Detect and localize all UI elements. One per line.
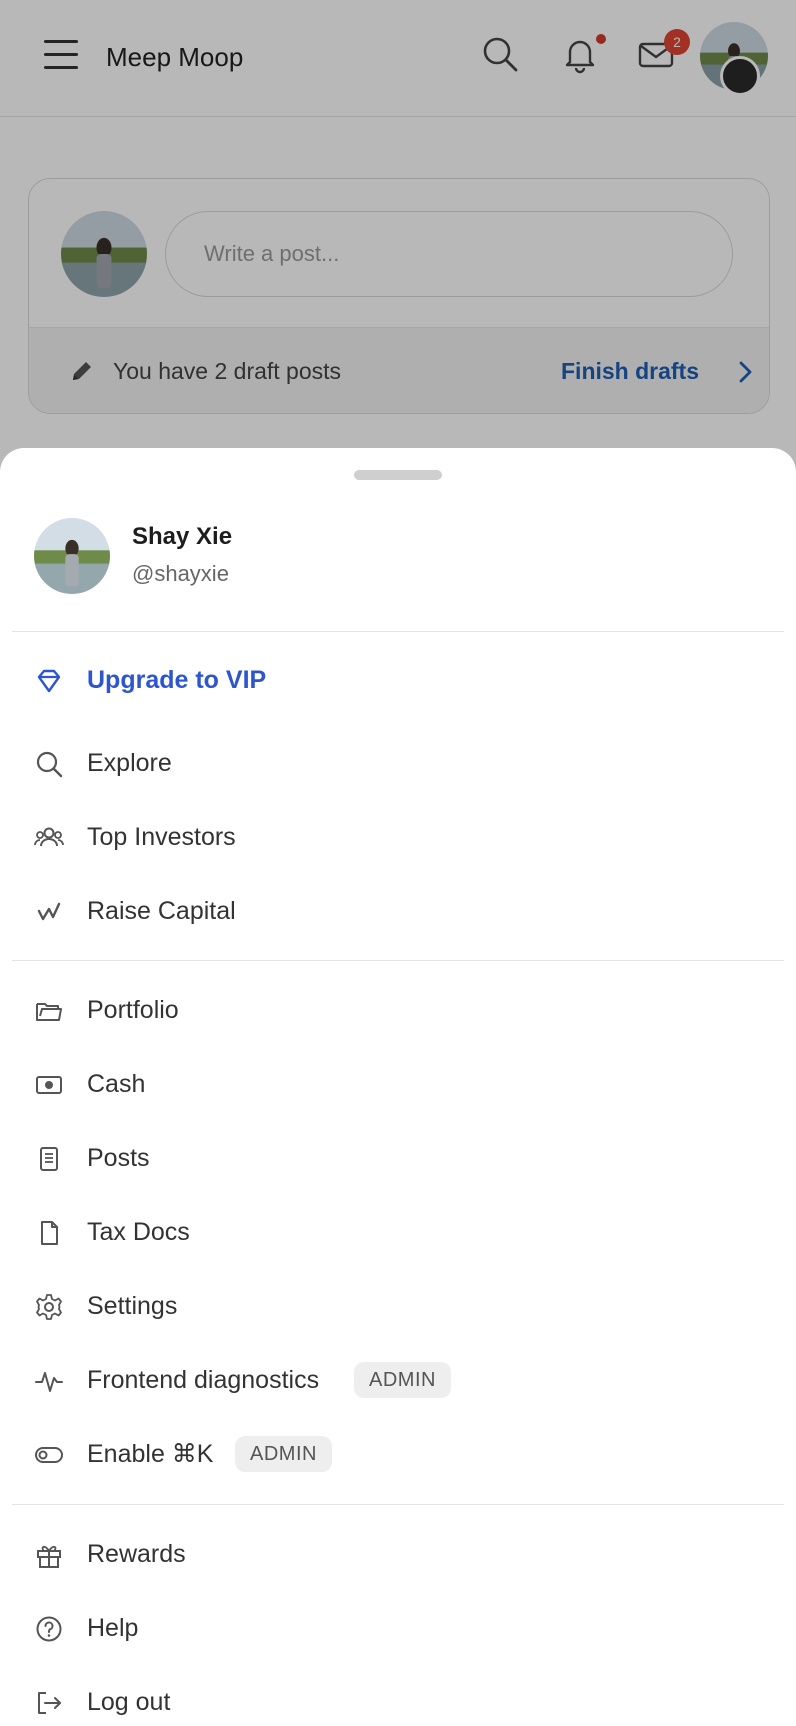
file-icon bbox=[34, 1218, 64, 1248]
menu-item-label: Top Investors bbox=[87, 823, 236, 851]
search-icon bbox=[34, 749, 64, 779]
help-circle-icon bbox=[34, 1614, 64, 1644]
gear-icon bbox=[34, 1292, 64, 1322]
menu-item-enable-cmdk[interactable]: Enable ⌘K ADMIN bbox=[0, 1424, 796, 1484]
menu-item-label: Settings bbox=[87, 1292, 178, 1320]
divider bbox=[12, 960, 784, 961]
menu-item-label: Upgrade to VIP bbox=[87, 666, 267, 694]
toggle-icon bbox=[34, 1440, 64, 1470]
divider bbox=[12, 1504, 784, 1505]
menu-item-help[interactable]: Help bbox=[0, 1598, 796, 1658]
menu-item-label: Log out bbox=[87, 1688, 171, 1716]
menu-item-portfolio[interactable]: Portfolio bbox=[0, 980, 796, 1040]
cash-icon bbox=[34, 1070, 64, 1100]
menu-item-top-investors[interactable]: Top Investors bbox=[0, 807, 796, 867]
document-lines-icon bbox=[34, 1144, 64, 1174]
folder-icon bbox=[34, 996, 64, 1026]
profile-avatar[interactable] bbox=[34, 518, 110, 594]
menu-item-tax-docs[interactable]: Tax Docs bbox=[0, 1202, 796, 1262]
users-icon bbox=[34, 823, 64, 853]
menu-item-settings[interactable]: Settings bbox=[0, 1276, 796, 1336]
menu-item-log-out[interactable]: Log out bbox=[0, 1672, 796, 1726]
menu-item-label: Portfolio bbox=[87, 996, 179, 1024]
menu-item-cash[interactable]: Cash bbox=[0, 1054, 796, 1114]
menu-item-label: Raise Capital bbox=[87, 897, 236, 925]
menu-item-rewards[interactable]: Rewards bbox=[0, 1524, 796, 1584]
menu-item-label: Help bbox=[87, 1614, 139, 1642]
logout-icon bbox=[34, 1688, 64, 1718]
trend-icon bbox=[34, 897, 64, 927]
menu-item-label: Explore bbox=[87, 749, 172, 777]
menu-item-label: Enable ⌘K bbox=[87, 1440, 214, 1468]
account-menu-sheet: Shay Xie @shayxie Upgrade to VIP Explore… bbox=[0, 448, 796, 1726]
menu-item-frontend-diagnostics[interactable]: Frontend diagnostics ADMIN bbox=[0, 1350, 796, 1410]
profile-handle: @shayxie bbox=[132, 561, 229, 586]
menu-item-posts[interactable]: Posts bbox=[0, 1128, 796, 1188]
profile-name: Shay Xie bbox=[132, 523, 233, 550]
menu-item-label: Rewards bbox=[87, 1540, 186, 1568]
admin-badge: ADMIN bbox=[235, 1436, 332, 1472]
drag-handle[interactable] bbox=[354, 470, 442, 480]
menu-item-label: Cash bbox=[87, 1070, 146, 1098]
menu-item-label: Frontend diagnostics bbox=[87, 1366, 320, 1394]
admin-badge: ADMIN bbox=[354, 1362, 451, 1398]
menu-item-label: Posts bbox=[87, 1144, 150, 1172]
divider bbox=[12, 631, 784, 632]
menu-item-upgrade-vip[interactable]: Upgrade to VIP bbox=[0, 650, 796, 710]
diamond-icon bbox=[34, 666, 64, 696]
menu-item-explore[interactable]: Explore bbox=[0, 733, 796, 793]
activity-icon bbox=[34, 1366, 64, 1396]
menu-item-raise-capital[interactable]: Raise Capital bbox=[0, 881, 796, 941]
menu-item-label: Tax Docs bbox=[87, 1218, 190, 1246]
gift-icon bbox=[34, 1540, 64, 1570]
